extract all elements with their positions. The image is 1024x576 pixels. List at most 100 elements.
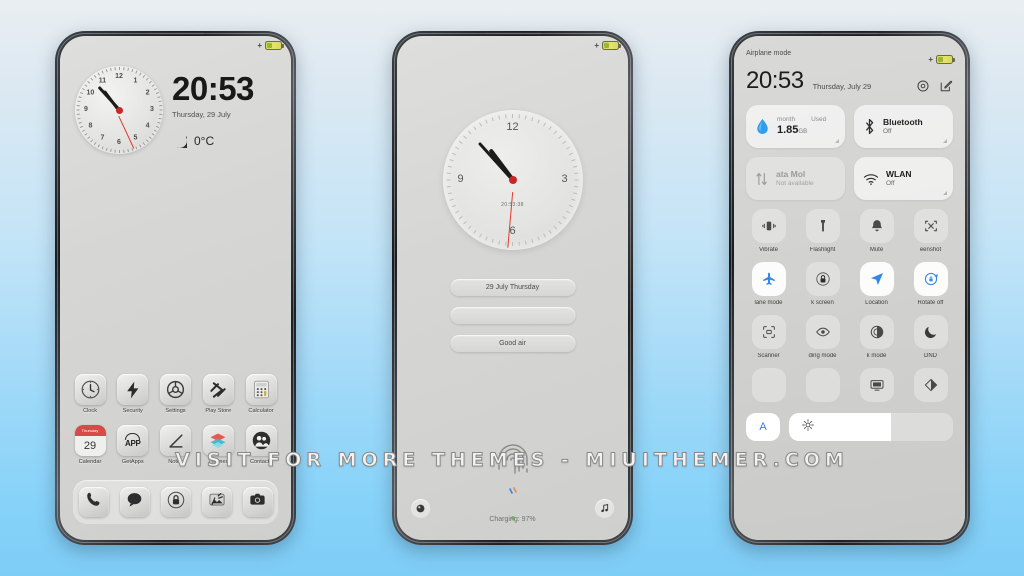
calculator-icon [245, 374, 277, 405]
tile-cast[interactable] [854, 368, 899, 402]
tile-blank[interactable] [746, 368, 791, 402]
tile-mute[interactable]: Mute [854, 209, 899, 253]
app-settings[interactable]: Settings [157, 374, 195, 414]
dock-gallery[interactable] [201, 487, 232, 517]
wlan-tile[interactable]: WLAN Off [854, 157, 953, 200]
contacts-icon [251, 430, 272, 451]
big-tile-row-2: ata Mol Not available WLAN Off [746, 157, 953, 200]
tile-label: Location [865, 300, 888, 306]
airplane-icon [751, 262, 786, 296]
tile-halfmoon[interactable] [908, 368, 953, 402]
bluetooth-icon [865, 118, 874, 135]
sun-icon [802, 418, 814, 436]
analog-clock-widget[interactable]: 12 1 2 3 4 5 6 7 8 9 10 11 [75, 66, 163, 154]
water-drop-icon [757, 119, 768, 134]
app-row-1: Clock Security Settings Play Store Calcul… [71, 374, 280, 414]
messages-icon [125, 490, 144, 514]
weather-widget[interactable]: 0°C [172, 133, 254, 148]
brightness-slider[interactable] [789, 413, 953, 441]
tile-dnd[interactable]: DND [908, 315, 953, 359]
tile-rotate-off[interactable]: Rotate off [908, 262, 953, 306]
app-calculator[interactable]: Calculator [242, 374, 280, 414]
tile-flashlight[interactable]: Flashlight [800, 209, 845, 253]
scanner-icon [751, 315, 786, 349]
data-usage-tile[interactable]: month Used 1.85GB [746, 105, 845, 148]
lockscreen-analog-clock: 20:53:38 12 3 6 9 [442, 110, 583, 250]
wlan-title: WLAN [886, 169, 912, 180]
bluetooth-tile[interactable]: Bluetooth Off [854, 105, 953, 148]
app-play-store[interactable]: Play Store [199, 374, 237, 414]
app-security[interactable]: Security [114, 374, 152, 414]
app-label: Calculator [248, 408, 274, 414]
cc-time: 20:53 [746, 67, 804, 94]
tile-label: DND [924, 353, 937, 359]
lockscreen-card[interactable]: 29 July Thursday [450, 279, 575, 296]
app-label: Security [122, 408, 143, 414]
tile-k-screen[interactable]: k screen [800, 262, 845, 306]
control-center-header: 20:53 Thursday, July 29 [746, 69, 953, 93]
tile-ding-mode[interactable]: ding mode [800, 315, 845, 359]
settings-gear-icon[interactable] [916, 79, 930, 93]
bolt-icon [123, 380, 143, 400]
cast-icon [859, 368, 894, 402]
rotate-lock-icon [913, 262, 948, 296]
tile-label: k mode [866, 353, 887, 359]
tile-resize-corner [943, 191, 947, 195]
brightness-row: A [746, 413, 953, 441]
dock-messages[interactable] [119, 487, 150, 517]
lockscreen-card[interactable] [450, 307, 575, 324]
battery-icon [936, 55, 955, 64]
tile-eenshot[interactable]: eenshot [908, 209, 953, 253]
clock-icon [74, 374, 106, 405]
vibrate-icon [751, 209, 786, 243]
clock-info-block: 20:53 Thursday, 29 July 0°C [172, 72, 254, 148]
quick-settings-grid: Vibrate Flashlight Mute eenshot lane mode … [746, 209, 953, 359]
contrast-icon [859, 315, 894, 349]
lockscreen-info-cards: 29 July Thursday Good air [450, 279, 575, 363]
app-clock[interactable]: Clock [71, 374, 109, 414]
data-label-right: Used [811, 115, 827, 123]
gallery-icon [207, 490, 227, 515]
mobile-data-title: ata Mol [776, 169, 806, 180]
status-bar: + [928, 55, 955, 64]
tile-k-mode[interactable]: k mode [854, 315, 899, 359]
tile-label: Vibrate [759, 247, 778, 253]
dock-camera[interactable] [242, 487, 273, 517]
tile-label: Mute [869, 247, 884, 253]
tile-location[interactable]: Location [854, 262, 899, 306]
quick-settings-grid-bottom [746, 368, 953, 402]
tile-label: k screen [811, 300, 834, 306]
lockscreen-card[interactable]: Good air [450, 335, 575, 352]
tile-label: Flashlight [809, 247, 836, 253]
tile-label: Rotate off [917, 300, 944, 306]
data-usage-value: 1.85GB [777, 123, 808, 136]
charging-plus-icon: + [594, 40, 599, 50]
screenshot-icon [913, 209, 948, 243]
bolt-icon [117, 374, 149, 405]
dock-phone[interactable] [78, 487, 109, 517]
app-label: Play Store [205, 408, 232, 414]
lock-icon [805, 262, 840, 296]
tile-label: Scanner [757, 353, 780, 359]
mobile-data-tile[interactable]: ata Mol Not available [746, 157, 845, 200]
auto-brightness-button[interactable]: A [746, 413, 780, 441]
charging-plus-icon: + [257, 40, 262, 50]
blank-icon [805, 368, 840, 402]
tile-scanner[interactable]: Scanner [746, 315, 791, 359]
dock-lock[interactable] [160, 487, 191, 517]
clock-tick [446, 179, 513, 181]
wlan-state: Off [886, 179, 895, 187]
halfmoon-icon [913, 368, 948, 402]
status-bar: + [257, 40, 284, 50]
play-store-icon [208, 380, 228, 400]
moon-icon [913, 315, 948, 349]
home-time: 20:53 [172, 70, 254, 107]
moon-icon [172, 133, 187, 148]
settings-gear-icon [160, 374, 191, 405]
tile-lane-mode[interactable]: lane mode [746, 262, 791, 306]
edit-icon[interactable] [939, 79, 953, 93]
earpiece-speaker [821, 32, 878, 35]
battery-icon [602, 41, 621, 50]
tile-vibrate[interactable]: Vibrate [746, 209, 791, 253]
tile-blank[interactable] [800, 368, 845, 402]
